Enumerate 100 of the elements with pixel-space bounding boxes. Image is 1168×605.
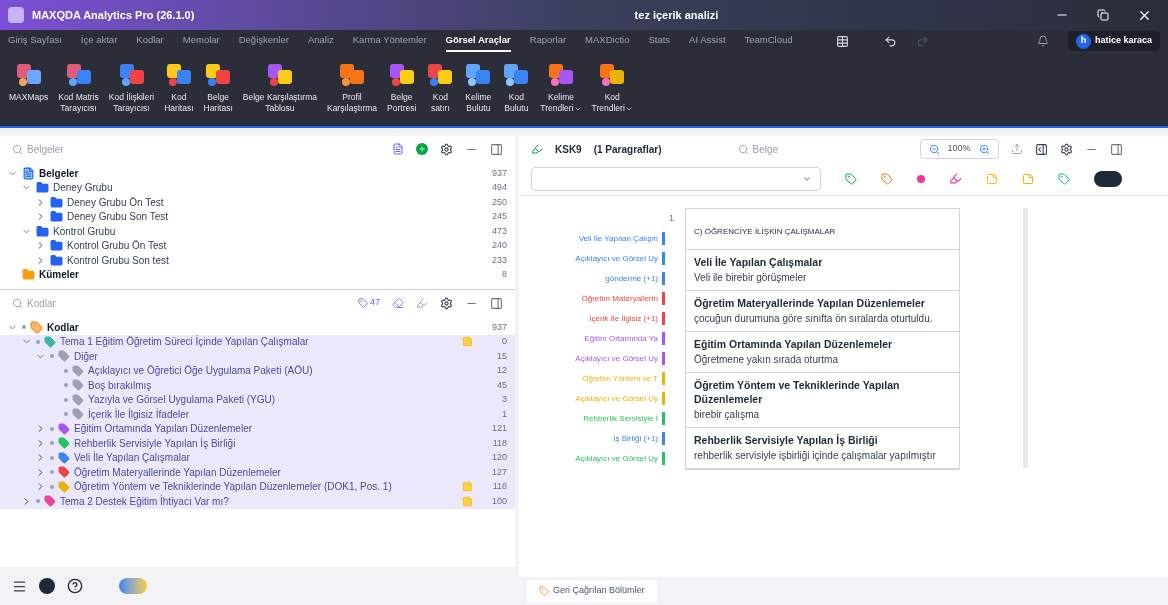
menu-tab[interactable]: Kodlar [136, 30, 164, 52]
menu-tab[interactable]: AI Assist [689, 30, 726, 52]
code-row[interactable]: İçerik İle İlgisiz İfadeler 1 [0, 407, 515, 422]
settings-icon[interactable] [440, 296, 453, 310]
search-icon [12, 143, 23, 155]
document-row[interactable]: Belgeler 937 [0, 166, 515, 181]
document-row[interactable]: Kontrol Grubu Ön Test 240 [0, 238, 515, 253]
zoom-control[interactable]: 100% [919, 139, 999, 159]
zoom-out-icon[interactable] [928, 143, 940, 155]
code-stripe-label[interactable]: Eğitim Ortamında Ya [584, 332, 658, 345]
document-row[interactable]: Kontrol Grubu 473 [0, 224, 515, 239]
undo-icon[interactable] [883, 34, 897, 48]
code-row[interactable]: Diğer 15 [0, 349, 515, 364]
search-icon [737, 143, 749, 155]
restore-window-icon[interactable] [1097, 9, 1109, 21]
help-icon[interactable] [67, 578, 83, 594]
highlighter-icon[interactable] [949, 172, 962, 185]
count: 127 [490, 465, 507, 479]
code-stripe-label[interactable]: Öğretim Materyallerin [581, 292, 658, 305]
tree-label: Açıklayıcı ve Öğretici Öğe Uygulama Paketi (AÖU) [88, 364, 313, 379]
code-row[interactable]: Boş bırakılmış 45 [0, 378, 515, 393]
toggle-icon[interactable] [1094, 170, 1122, 187]
redo-icon[interactable] [915, 34, 929, 48]
folder-icon [50, 210, 63, 224]
memo-icon[interactable] [986, 172, 998, 185]
code-row[interactable]: Kodlar 937 [0, 320, 515, 335]
undock-icon[interactable] [490, 296, 503, 310]
tree-label: Öğretim Yöntem ve Tekniklerinde Yapılan Düzenlemeler (DOK1, Pos. 1) [74, 480, 392, 495]
code-icon[interactable] [845, 172, 857, 185]
ribbon-tool[interactable]: Belge Haritası [198, 60, 238, 114]
tree-label: İçerik İle İlgisiz İfadeler [88, 407, 190, 422]
ribbon-tool[interactable]: Kod Matris Tarayıcısı [53, 60, 104, 114]
settings-icon[interactable] [440, 142, 453, 156]
zoom-in-icon[interactable] [978, 143, 990, 155]
code-stripe-label[interactable]: gönderme (+1) [605, 272, 658, 285]
code-stripe-label[interactable]: İş Birliği (+1) [613, 432, 658, 445]
code-row[interactable]: Öğretim Materyallerinde Yapılan Düzenlemeler 127 [0, 465, 515, 480]
undock-icon[interactable] [490, 142, 503, 156]
ribbon-tool[interactable]: Kelime Trendleri [535, 60, 587, 114]
color-code-icon[interactable] [917, 174, 925, 183]
code-row[interactable]: Rehberlik Servisiyle Yapılan İş Birliği 118 [0, 436, 515, 451]
menu-icon[interactable] [12, 578, 27, 594]
code-stripe-label[interactable]: İçerik İle İlgisiz (+1) [589, 312, 658, 325]
code-row[interactable]: Tema 2 Destek Eğitim İhtiyacı Var mı? 100 [0, 494, 515, 509]
side-panel-icon[interactable] [1034, 142, 1048, 156]
retrieved-segments-tab[interactable]: Geri Çağrılan Bölümler [527, 580, 657, 602]
notification-icon[interactable] [1036, 35, 1049, 47]
user-account[interactable]: h hatice karaca [1067, 31, 1160, 51]
menu-tab[interactable]: Raporlar [529, 30, 567, 52]
count: 118 [491, 480, 507, 493]
menu-tab[interactable]: İçe aktar [80, 30, 118, 52]
undock-icon[interactable] [1109, 142, 1123, 156]
code-stripe-label[interactable]: Veli İle Yapılan Çalışm [578, 232, 658, 245]
code-row[interactable]: Tema 1 Eğitim Öğretim Süreci İçinde Yapılan Çalışmalar 0 [0, 334, 515, 349]
deactivate-icon[interactable] [392, 297, 404, 309]
memo-icon[interactable] [1022, 172, 1034, 185]
code-stripe-label[interactable]: Açıklayıcı ve Görsel Uy [575, 352, 658, 365]
document-row[interactable]: Deney Grubu 494 [0, 180, 515, 195]
settings-icon[interactable] [1059, 142, 1073, 156]
ribbon-tool[interactable]: Kod İlişkileri Tarayıcısı [103, 60, 160, 114]
ribbon-tool[interactable]: Belge Karşılaştırma Tablosu [237, 60, 322, 114]
document-row[interactable]: Kümeler 8 [0, 267, 515, 282]
app-title: MAXQDA Analytics Pro (26.1.0) [32, 7, 195, 23]
tree-label: Yazıyla ve Görsel Uygulama Paketi (YGU) [88, 393, 276, 408]
count: 240 [490, 239, 507, 252]
tree-label: Kontrol Grubu Ön Test [67, 239, 167, 254]
menu-tab[interactable]: Memolar [182, 30, 220, 52]
code-stripe-label[interactable]: Açıklayıcı ve Görsel Uy [575, 252, 658, 265]
menu-tab[interactable]: Analiz [307, 30, 334, 52]
section-title: Rehberlik Servisiyle Yapılan İş Birliği [694, 433, 879, 447]
toggle-icon[interactable] [119, 578, 147, 594]
document-row[interactable]: Deney Grubu Ön Test 250 [0, 195, 515, 210]
menu-tab[interactable]: TeamCloud [744, 30, 793, 52]
menu-tab[interactable]: Giriş Sayfası [8, 30, 62, 52]
menu-tab[interactable]: Değişkenler [238, 30, 289, 52]
export-icon[interactable] [1010, 143, 1023, 155]
ribbon-tool[interactable]: Kod Trendleri [586, 60, 638, 114]
panel-icon[interactable] [835, 34, 849, 48]
highlight-icon[interactable] [416, 297, 428, 309]
menu-tab[interactable]: Stats [648, 30, 671, 52]
ribbon-tool[interactable]: Kod satırı [421, 60, 460, 114]
code-icon[interactable] [881, 172, 893, 185]
menu-tab[interactable]: MAXDictio [585, 30, 630, 52]
new-document-icon[interactable] [392, 143, 404, 155]
ribbon-tool[interactable]: Kod Haritası [159, 60, 199, 114]
ribbon-tool[interactable]: Belge Portresi [382, 60, 422, 114]
count: 15 [496, 349, 507, 363]
document-row[interactable]: Kontrol Grubu Son test 233 [0, 253, 515, 268]
edit-icon[interactable] [531, 143, 543, 155]
tree-label: Deney Grubu [53, 181, 113, 196]
ribbon-tool[interactable]: MAXMaps [4, 60, 54, 114]
count: 494 [490, 181, 507, 194]
menu-tab[interactable]: Karma Yöntemler [352, 30, 427, 52]
ribbon-tool[interactable]: Profil Karşılaştırma [321, 60, 383, 114]
code-icon[interactable] [1058, 172, 1070, 185]
add-icon[interactable] [416, 143, 428, 155]
activated-codes-count[interactable]: 47 [358, 296, 380, 310]
document-row[interactable]: Deney Grubu Son Test 245 [0, 209, 515, 224]
ribbon-tool[interactable]: Kelime Bulutu [459, 60, 498, 114]
ribbon-tool[interactable]: Kod Bulutu [497, 60, 536, 114]
